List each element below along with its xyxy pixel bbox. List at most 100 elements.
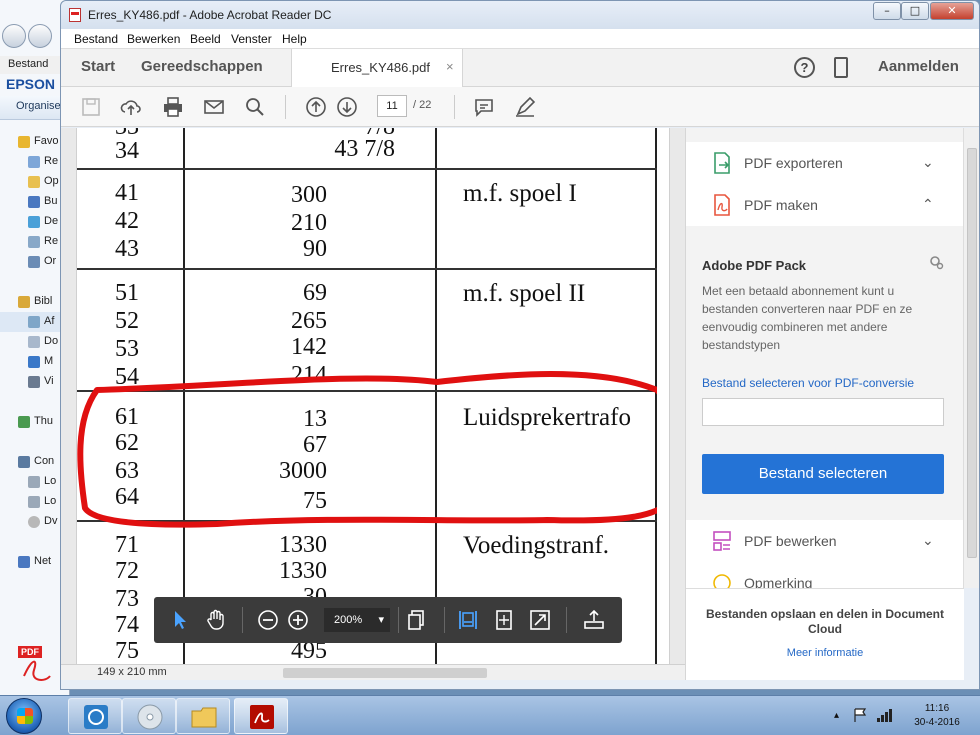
select-arrow-icon[interactable] xyxy=(168,608,192,632)
menu-help[interactable]: Help xyxy=(282,32,307,46)
acrobat-window: Erres_KY486.pdf - Adobe Acrobat Reader D… xyxy=(60,0,980,690)
document-tab-label: Erres_KY486.pdf xyxy=(331,60,431,75)
folder-icon xyxy=(191,707,217,728)
red-annotation-mark xyxy=(77,371,657,528)
window-title: Erres_KY486.pdf - Adobe Acrobat Reader D… xyxy=(88,8,332,22)
search-icon[interactable] xyxy=(243,95,267,119)
taskbar-app-explorer[interactable] xyxy=(176,698,230,734)
tab-start[interactable]: Start xyxy=(81,58,115,75)
save-icon[interactable] xyxy=(79,95,103,119)
network-icon[interactable] xyxy=(876,707,894,723)
document-page: 33 7/8 34 43 7/8 41 300 42 210 43 90 m.f… xyxy=(77,128,657,664)
zoom-in-icon[interactable] xyxy=(286,608,310,632)
clock-time: 11:16 xyxy=(924,703,950,714)
edit-pdf-item[interactable]: PDF bewerken ⌄ xyxy=(686,520,964,562)
floating-view-toolbar: 200% xyxy=(154,597,622,643)
explorer-nav xyxy=(2,24,54,50)
start-button[interactable] xyxy=(6,698,42,734)
fullscreen-icon[interactable] xyxy=(528,608,552,632)
page-down-icon[interactable] xyxy=(335,95,359,119)
comment-label: Opmerking xyxy=(744,575,813,588)
page-size: 149 x 210 mm xyxy=(97,666,167,678)
mail-icon[interactable] xyxy=(202,95,226,119)
title-bar[interactable]: Erres_KY486.pdf - Adobe Acrobat Reader D… xyxy=(61,1,979,29)
help-icon[interactable]: ? xyxy=(794,57,815,78)
select-file-link[interactable]: Bestand selecteren voor PDF-conversie xyxy=(702,376,914,390)
file-input[interactable] xyxy=(702,398,944,426)
menu-bar: Bestand Bewerken Beeld Venster Help xyxy=(61,29,979,49)
page-view-icon[interactable] xyxy=(405,608,429,632)
remote-icon xyxy=(84,705,108,729)
fit-width-icon[interactable] xyxy=(456,608,480,632)
settings-icon[interactable] xyxy=(928,254,944,270)
export-pdf-label: PDF exporteren xyxy=(744,155,843,171)
close-tab-icon[interactable]: × xyxy=(446,59,454,74)
hand-icon[interactable] xyxy=(204,608,228,632)
read-mode-icon[interactable] xyxy=(582,608,606,632)
taskbar-app-dvd[interactable] xyxy=(122,698,176,734)
taskbar-app-remote[interactable] xyxy=(68,698,122,734)
left-panel-toggle[interactable] xyxy=(61,128,77,664)
pdf-app-icon xyxy=(69,8,81,22)
system-tray: ▴ 11:16 30-4-2016 xyxy=(826,702,980,732)
page-up-icon[interactable] xyxy=(304,95,328,119)
page-number-input[interactable]: 11 xyxy=(377,95,407,117)
menu-bestand[interactable]: Bestand xyxy=(74,32,118,46)
horizontal-scrollbar[interactable] xyxy=(283,668,487,678)
right-panel-toggle[interactable] xyxy=(669,128,685,664)
tab-tools[interactable]: Gereedschappen xyxy=(141,58,263,75)
forward-icon[interactable] xyxy=(28,24,52,48)
back-icon[interactable] xyxy=(2,24,26,48)
comment-icon[interactable] xyxy=(472,95,496,119)
taskbar: ▴ 11:16 30-4-2016 xyxy=(0,695,980,735)
upload-icon[interactable] xyxy=(119,95,143,119)
minimize-button[interactable]: – xyxy=(873,2,901,20)
zoom-select[interactable]: 200% xyxy=(324,608,390,632)
edit-pdf-label: PDF bewerken xyxy=(744,533,837,549)
export-pdf-icon xyxy=(714,152,730,174)
create-pdf-icon xyxy=(714,194,730,216)
tab-document[interactable]: Erres_KY486.pdf × xyxy=(291,49,463,87)
chevron-down-icon[interactable]: ⌄ xyxy=(922,532,934,549)
sign-icon[interactable] xyxy=(513,95,537,119)
menu-venster[interactable]: Venster xyxy=(231,32,272,46)
tools-pane: PDF exporteren ⌄ PDF maken ⌃ Adobe PDF P… xyxy=(685,128,964,680)
create-pdf-item[interactable]: PDF maken ⌃ xyxy=(686,184,964,226)
flag-icon[interactable] xyxy=(852,707,868,723)
comment-item[interactable]: Opmerking xyxy=(686,562,964,588)
fit-page-icon[interactable] xyxy=(492,608,516,632)
zoom-out-icon[interactable] xyxy=(256,608,280,632)
menu-beeld[interactable]: Beeld xyxy=(190,32,221,46)
dvd-icon xyxy=(137,704,163,730)
more-info-link[interactable]: Meer informatie xyxy=(686,647,964,659)
menu-bewerken[interactable]: Bewerken xyxy=(127,32,180,46)
pack-title: Adobe PDF Pack xyxy=(702,258,807,273)
cloud-text: Bestanden opslaan en delen in Document C… xyxy=(705,607,945,636)
select-file-button[interactable]: Bestand selecteren xyxy=(702,454,944,494)
pdf-pack-panel: Adobe PDF Pack Met een betaald abonnemen… xyxy=(686,234,964,516)
export-pdf-item[interactable]: PDF exporteren ⌄ xyxy=(686,142,964,184)
create-pdf-label: PDF maken xyxy=(744,197,818,213)
tray-expand-icon[interactable]: ▴ xyxy=(834,710,839,721)
pdf-file-icon[interactable]: PDF xyxy=(18,646,56,690)
close-button[interactable]: ✕ xyxy=(930,2,974,20)
tools-pane-scrollbar[interactable] xyxy=(963,128,979,588)
windows-logo-icon xyxy=(17,708,33,724)
clock[interactable]: 11:16 30-4-2016 xyxy=(906,702,968,730)
tab-bar: Start Gereedschappen Erres_KY486.pdf × ?… xyxy=(61,49,979,87)
edit-pdf-icon xyxy=(713,531,731,551)
status-bar: 149 x 210 mm xyxy=(61,664,685,680)
pack-description: Met een betaald abonnement kunt u bestan… xyxy=(702,284,913,352)
toolbar: 11 / 22 xyxy=(61,87,979,127)
chevron-down-icon[interactable]: ⌄ xyxy=(922,154,934,171)
print-icon[interactable] xyxy=(161,95,185,119)
maximize-button[interactable]: □ xyxy=(901,2,929,20)
sign-in-button[interactable]: Aanmelden xyxy=(878,58,959,75)
chevron-up-icon[interactable]: ⌃ xyxy=(922,196,934,213)
document-cloud-panel: Bestanden opslaan en delen in Document C… xyxy=(686,588,964,680)
mobile-link-icon[interactable] xyxy=(834,57,848,78)
page-total: / 22 xyxy=(413,99,432,111)
document-viewport[interactable]: 33 7/8 34 43 7/8 41 300 42 210 43 90 m.f… xyxy=(61,128,669,664)
clock-date: 30-4-2016 xyxy=(914,717,960,728)
taskbar-app-acrobat[interactable] xyxy=(234,698,288,734)
